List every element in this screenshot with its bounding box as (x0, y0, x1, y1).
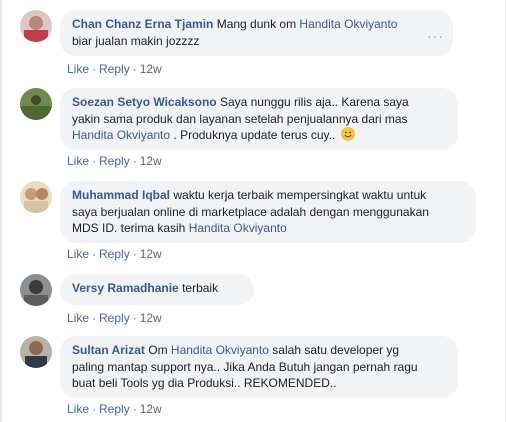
avatar-image (20, 336, 52, 368)
avatar-image (20, 10, 52, 42)
comment-text: Om (144, 343, 171, 357)
separator: · (132, 247, 137, 261)
smiley-emoji-icon (340, 127, 355, 141)
reply-button[interactable]: Reply (99, 311, 130, 325)
separator: · (132, 62, 137, 76)
comment-bubble: Chan Chanz Erna Tjamin Mang dunk om Hand… (60, 10, 453, 56)
separator: · (132, 154, 137, 168)
timestamp[interactable]: 12w (140, 62, 162, 76)
separator: · (92, 402, 97, 416)
avatar[interactable] (20, 10, 52, 42)
comment-text: . Produknya update terus cuy.. (170, 128, 336, 142)
comment-bubble: Soezan Setyo Wicaksono Saya nunggu rilis… (60, 88, 458, 150)
comment-author[interactable]: Soezan Setyo Wicaksono (72, 95, 217, 109)
comment-actions: Like · Reply · 12w (67, 247, 162, 261)
comment-bubble: Muhammad Iqbal waktu kerja terbaik mempe… (60, 181, 476, 243)
separator: · (132, 311, 137, 325)
separator: · (92, 154, 97, 168)
comment-bubble: Versy Ramadhanie terbaik (60, 274, 254, 305)
timestamp[interactable]: 12w (140, 154, 162, 168)
comment-text: waktu kerja terbaik mempersingkat waktu … (170, 188, 427, 202)
comment-text: MDS ID. terima kasih (72, 221, 189, 235)
separator: · (92, 311, 97, 325)
comment-text: biar jualan makin jozzzz (72, 33, 200, 48)
comment-text: salah satu developer yg (268, 343, 400, 357)
comment-actions: Like · Reply · 12w (67, 402, 162, 416)
mention-link[interactable]: Handita Okviyanto (189, 221, 287, 235)
avatar[interactable] (20, 88, 52, 120)
comment-text: buat beli Tools yg dia Produksi.. REKOME… (72, 376, 337, 390)
avatar[interactable] (20, 274, 52, 306)
mention-link[interactable]: Handita Okviyanto (72, 128, 170, 142)
like-button[interactable]: Like (67, 247, 89, 261)
comment-text: yakin sama produk dan layanan setelah pe… (72, 111, 408, 126)
comment-author[interactable]: Chan Chanz Erna Tjamin (72, 17, 213, 31)
comment-actions: Like · Reply · 12w (67, 311, 162, 325)
comment-text: paling mantap support nya.. Jika Anda Bu… (72, 359, 418, 374)
more-options-icon[interactable]: ··· (427, 28, 444, 44)
separator: · (92, 247, 97, 261)
mention-link[interactable]: Handita Okviyanto (299, 17, 397, 31)
comment-text: saya berjualan online di marketplace ada… (72, 204, 429, 219)
like-button[interactable]: Like (67, 62, 89, 76)
comment-bubble: Sultan Arizat Om Handita Okviyanto salah… (60, 336, 458, 398)
mention-link[interactable]: Handita Okviyanto (171, 343, 269, 357)
separator: · (92, 62, 97, 76)
timestamp[interactable]: 12w (140, 311, 162, 325)
comment-actions: Like · Reply · 12w (67, 62, 162, 76)
reply-button[interactable]: Reply (99, 62, 130, 76)
comment-text: terbaik (178, 281, 219, 295)
comment-text: Mang dunk om (216, 17, 300, 31)
timestamp[interactable]: 12w (140, 247, 162, 261)
separator: · (132, 402, 137, 416)
avatar[interactable] (20, 181, 52, 213)
like-button[interactable]: Like (67, 154, 89, 168)
reply-button[interactable]: Reply (99, 247, 130, 261)
comment-author[interactable]: Sultan Arizat (72, 343, 145, 357)
comment-author[interactable]: Versy Ramadhanie (72, 281, 179, 295)
avatar-image (20, 274, 52, 306)
feed-left-border (0, 0, 2, 422)
avatar-image (20, 88, 52, 120)
avatar-image (20, 181, 52, 213)
timestamp[interactable]: 12w (140, 402, 162, 416)
avatar[interactable] (20, 336, 52, 368)
reply-button[interactable]: Reply (99, 402, 130, 416)
like-button[interactable]: Like (67, 402, 89, 416)
comment-text: Saya nunggu rilis aja.. Karena saya (216, 95, 409, 109)
like-button[interactable]: Like (67, 311, 89, 325)
reply-button[interactable]: Reply (99, 154, 130, 168)
comment-author[interactable]: Muhammad Iqbal (72, 188, 170, 202)
comment-actions: Like · Reply · 12w (67, 154, 162, 168)
